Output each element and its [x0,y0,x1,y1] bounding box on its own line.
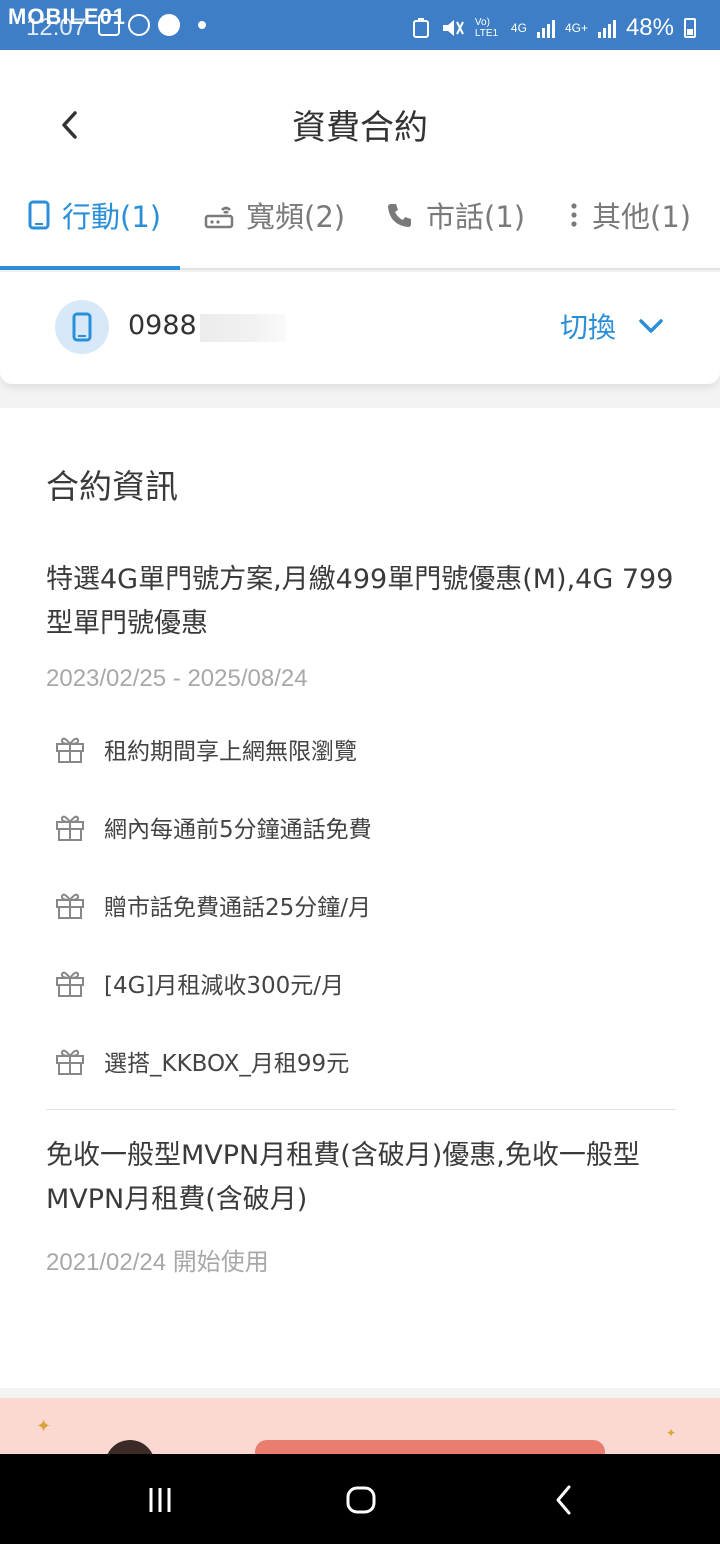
benefit-text: 網內每通前5分鐘通話免費 [104,817,372,843]
benefit-text: 選搭_KKBOX_月租99元 [104,1051,350,1077]
system-indicators: Vo) LTE1 4G 4G+ 48% [411,14,696,42]
section-title: 合約資訊 [46,467,178,506]
benefit-item: 網內每通前5分鐘通話免費 [54,810,372,844]
mobile-phone-icon [72,312,92,342]
recents-icon [149,1488,171,1512]
more-vertical-icon [571,203,577,227]
home-button[interactable] [341,1482,381,1518]
benefit-text: 租約期間享上網無限瀏覽 [104,739,357,765]
volte-label: Vo) LTE1 [474,17,499,39]
benefit-item: 贈市話免費通話25分鐘/月 [54,888,371,922]
signal-icon [536,18,555,38]
phone-number: 0988 [128,310,197,341]
gift-icon [56,1049,84,1075]
benefit-item: 選搭_KKBOX_月租99元 [54,1044,349,1078]
router-icon [204,206,234,229]
benefit-item: [4G]月租減收300元/月 [54,966,344,1000]
gift-icon [56,737,84,763]
telephone-icon [388,204,411,227]
benefit-text: [4G]月租減收300元/月 [104,973,345,999]
contract-info-card: 合約資訊 特選4G單門號方案,月繳499單門號優惠(M),4G 799型單門號優… [0,408,720,1388]
service-tabs: 行動(1) 寬頻(2) 市話(1) 其他(1) [0,170,720,270]
tab-label: 其他(1) [592,200,692,234]
network-4g-label: 4G [510,21,527,35]
app-notification-icon [158,14,180,36]
gift-icon [56,815,84,841]
back-nav-button[interactable] [544,1482,584,1518]
phone-notification-icon [128,14,150,36]
mute-icon [442,20,464,36]
contract-divider [46,1109,676,1110]
page-title: 資費合約 [292,108,428,148]
contract-period: 2021/02/24 開始使用 [46,1249,269,1276]
tab-label: 行動(1) [62,200,162,234]
tab-broadband[interactable]: 寬頻(2) [204,194,345,236]
contract-name: 特選4G單門號方案,月繳499單門號優惠(M),4G 799型單門號優惠 [46,564,674,639]
back-icon [556,1485,571,1515]
tab-label: 市話(1) [426,200,526,234]
notification-icons [98,14,206,36]
benefit-item: 租約期間享上網無限瀏覽 [54,732,357,766]
chevron-down-icon [639,319,663,333]
sparkle-icon: ✦ [36,1416,52,1437]
tab-other[interactable]: 其他(1) [568,194,691,236]
switch-label: 切換 [559,311,616,344]
contract-period: 2023/02/25 - 2025/08/24 [46,665,308,692]
benefit-text: 贈市話免費通話25分鐘/月 [104,895,372,921]
mobile-phone-icon [28,200,50,230]
battery-percentage: 48% [625,14,674,41]
battery-icon [684,18,696,38]
gift-icon [56,971,84,997]
gallery-notification-icon [98,14,120,36]
tab-mobile[interactable]: 行動(1) [28,194,161,236]
switch-number-button[interactable]: 切換 [560,306,664,346]
signal-icon-2 [597,18,616,38]
recycle-icon [412,18,429,38]
tab-landline[interactable]: 市話(1) [386,194,525,236]
phone-avatar [55,300,109,354]
more-notifications-dot [198,21,206,29]
promo-banner[interactable]: ✦ ✦ [0,1398,720,1458]
number-selector: 0988 切換 [0,272,720,384]
recents-button[interactable] [140,1482,180,1518]
contract-name: 免收一般型MVPN月租費(含破月)優惠,免收一般型MVPN月租費(含破月) [46,1140,640,1215]
home-icon [346,1486,376,1514]
status-bar: 12:07 MOBILE01 Vo) LTE1 4G 4G+ 48% [0,0,720,50]
sparkle-icon: ✦ [666,1426,677,1440]
network-4g-plus-label: 4G+ [564,21,588,35]
masked-number-redaction [200,314,286,342]
gift-icon [56,893,84,919]
active-tab-indicator [0,266,180,270]
tab-label: 寬頻(2) [246,200,346,234]
system-navigation-bar [0,1454,720,1544]
